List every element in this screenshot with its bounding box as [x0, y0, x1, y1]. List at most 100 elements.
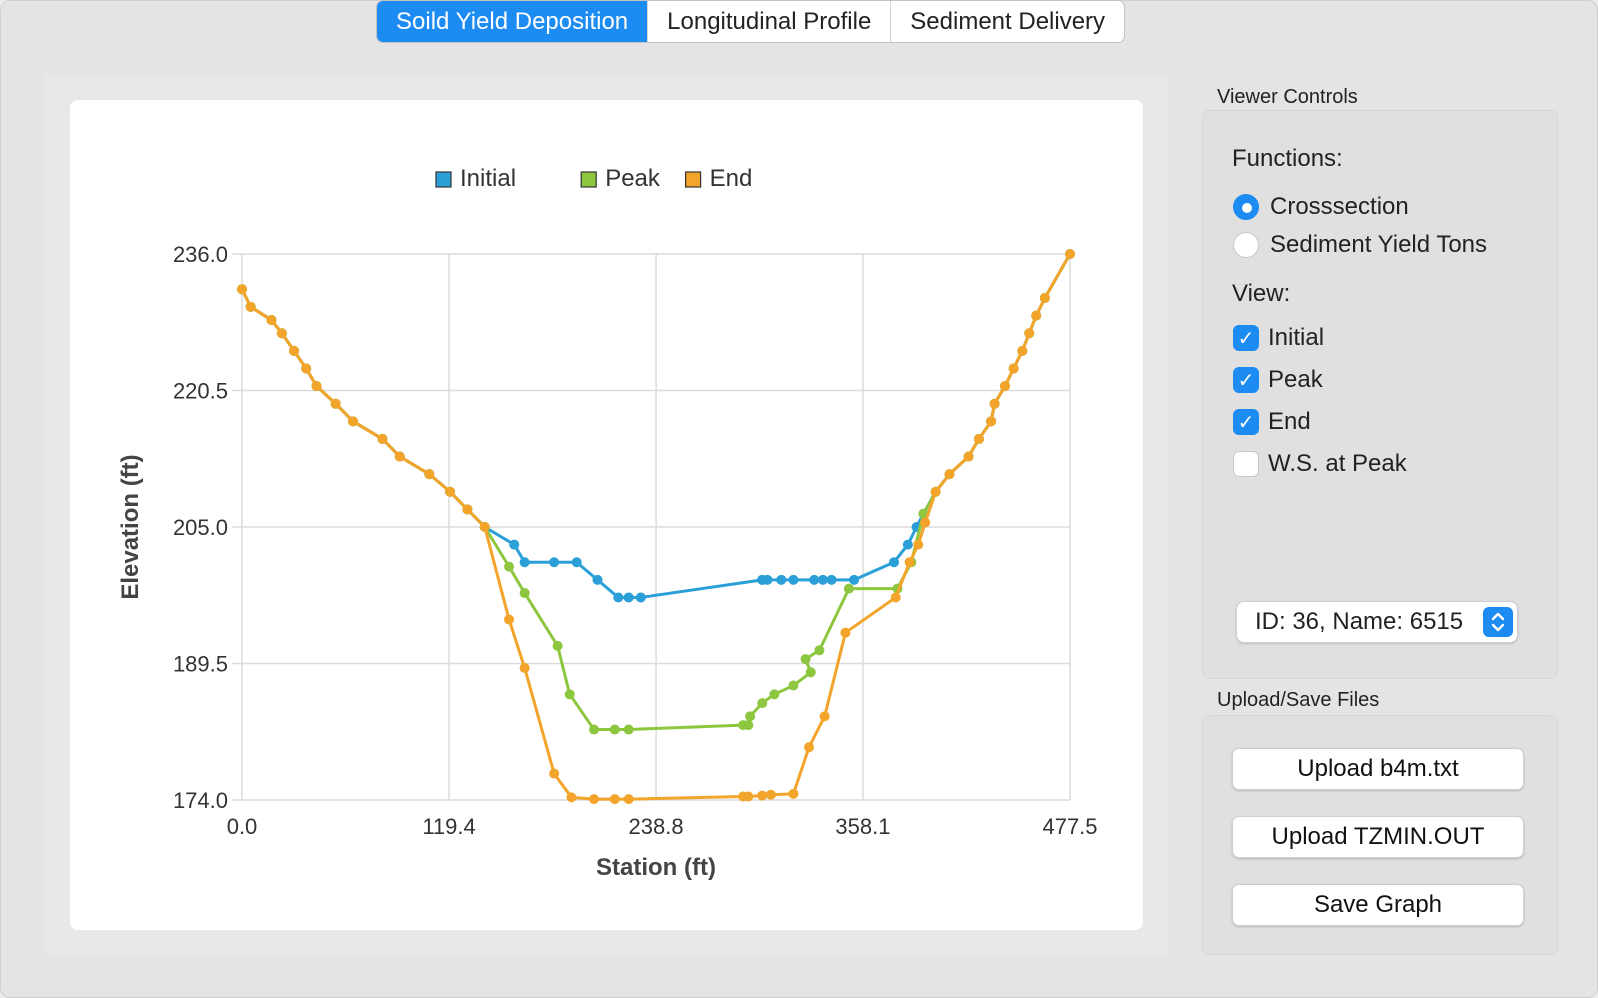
data-point-end	[479, 522, 490, 532]
y-tick-label: 236.0	[173, 242, 228, 267]
checkbox-initial[interactable]: ✓	[1233, 325, 1259, 351]
legend-swatch-end	[684, 171, 702, 188]
data-point-end	[804, 742, 815, 753]
data-point-end	[904, 557, 915, 568]
checkbox-end-label[interactable]: End	[1268, 408, 1311, 436]
data-point-end	[999, 381, 1010, 392]
y-tick-label: 189.5	[173, 652, 228, 677]
radio-crosssection[interactable]	[1233, 194, 1259, 220]
data-point-initial	[571, 557, 582, 568]
data-point-initial	[788, 574, 799, 585]
data-point-end	[445, 486, 456, 497]
data-point-initial	[592, 574, 603, 585]
data-point-peak	[814, 645, 825, 656]
data-point-initial	[519, 557, 530, 568]
data-point-end	[788, 788, 799, 799]
data-point-end	[765, 789, 776, 800]
legend-label-peak: Peak	[605, 165, 661, 192]
data-point-end	[1024, 328, 1035, 339]
radio-crosssection-label[interactable]: Crosssection	[1270, 193, 1409, 221]
data-point-end	[1008, 363, 1019, 374]
data-point-peak	[743, 720, 754, 731]
data-point-end	[504, 614, 515, 625]
view-label: View:	[1232, 280, 1291, 307]
data-point-end	[963, 451, 974, 462]
data-point-end	[245, 301, 256, 312]
radio-sediment-yield-tons[interactable]	[1233, 232, 1259, 258]
data-point-end	[920, 517, 931, 528]
data-point-end	[1017, 345, 1028, 356]
data-point-initial	[849, 574, 860, 585]
checkbox-ws-at-peak-label[interactable]: W.S. at Peak	[1268, 450, 1407, 478]
data-point-peak	[552, 640, 563, 651]
checkbox-peak[interactable]: ✓	[1233, 367, 1259, 393]
data-point-end	[930, 486, 941, 497]
data-point-end	[424, 469, 435, 480]
data-point-end	[462, 504, 473, 515]
chart-panel: 0.0 119.4 238.8 358.1 477.5 174.0 189.5 205.0 22…	[45, 75, 1168, 955]
data-point-end	[289, 345, 300, 356]
data-point-peak	[745, 711, 756, 722]
data-point-end	[330, 398, 341, 409]
data-point-end	[623, 794, 634, 805]
data-point-end	[973, 433, 984, 444]
data-point-initial	[549, 557, 560, 568]
data-point-end	[890, 592, 901, 603]
upload-tzmin-button[interactable]: Upload TZMIN.OUT	[1232, 816, 1524, 858]
data-point-end	[237, 284, 247, 295]
data-point-peak	[519, 588, 530, 599]
data-point-peak	[843, 583, 854, 594]
upload-save-title: Upload/Save Files	[1217, 689, 1380, 711]
data-point-end	[986, 416, 997, 427]
data-point-end	[1065, 249, 1075, 259]
checkbox-end[interactable]: ✓	[1233, 409, 1259, 435]
data-point-initial	[635, 592, 646, 603]
data-point-peak	[609, 724, 620, 735]
data-point-end	[347, 416, 358, 427]
data-point-end	[549, 768, 560, 779]
data-point-end	[394, 451, 405, 462]
data-point-peak	[769, 689, 780, 700]
upload-b4m-button[interactable]: Upload b4m.txt	[1232, 748, 1524, 790]
data-point-initial	[826, 574, 837, 585]
data-point-peak	[504, 561, 515, 572]
checkbox-initial-label[interactable]: Initial	[1268, 324, 1324, 352]
y-tick-label: 205.0	[173, 515, 228, 540]
tab-longitudinal-profile[interactable]: Longitudinal Profile	[647, 1, 890, 42]
data-point-peak	[589, 724, 600, 735]
legend-label-end: End	[710, 165, 753, 192]
data-point-peak	[564, 689, 575, 700]
x-tick-label: 358.1	[835, 814, 890, 839]
y-tick-label: 220.5	[173, 379, 228, 404]
functions-label: Functions:	[1232, 145, 1343, 172]
data-point-peak	[805, 667, 816, 678]
x-tick-label: 238.8	[629, 814, 684, 839]
data-point-end	[989, 398, 1000, 409]
checkbox-ws-at-peak[interactable]	[1233, 451, 1259, 477]
up-down-chevron-icon	[1483, 607, 1513, 637]
x-tick-label: 477.5	[1042, 814, 1097, 839]
x-axis-title: Station (ft)	[596, 854, 716, 881]
data-point-end	[311, 381, 322, 392]
cross-section-select[interactable]: ID: 36, Name: 6515	[1236, 601, 1518, 643]
data-point-initial	[757, 574, 768, 585]
data-point-end	[944, 469, 955, 480]
x-tick-label: 119.4	[422, 814, 475, 839]
legend-swatch-peak	[580, 171, 597, 188]
y-tick-label: 174.0	[173, 788, 228, 813]
tab-sediment-delivery[interactable]: Sediment Delivery	[890, 1, 1124, 42]
crosssection-chart: 0.0 119.4 238.8 358.1 477.5 174.0 189.5 205.0 22…	[117, 165, 1098, 881]
tab-soil-yield-deposition[interactable]: Soild Yield Deposition	[377, 1, 648, 42]
data-point-initial	[817, 574, 828, 585]
data-point-peak	[800, 654, 811, 665]
data-point-end	[743, 791, 754, 802]
data-point-initial	[902, 539, 913, 550]
y-axis-title: Elevation (ft)	[117, 454, 144, 599]
data-point-peak	[623, 724, 634, 735]
radio-sediment-yield-tons-label[interactable]: Sediment Yield Tons	[1270, 231, 1487, 259]
viewer-controls-title: Viewer Controls	[1217, 86, 1358, 108]
data-point-initial	[888, 557, 899, 568]
checkbox-peak-label[interactable]: Peak	[1268, 366, 1323, 394]
save-graph-button[interactable]: Save Graph	[1232, 884, 1524, 926]
legend-swatch-initial	[435, 171, 452, 188]
